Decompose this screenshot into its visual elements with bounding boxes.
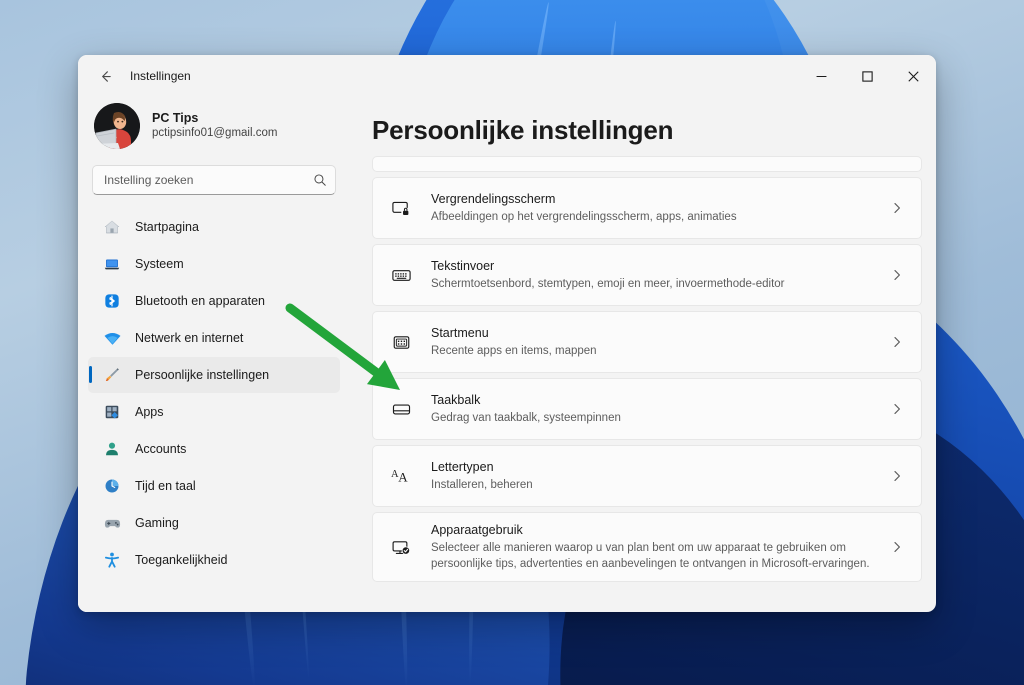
back-arrow-icon <box>101 70 111 82</box>
card-title: Lettertypen <box>431 460 494 474</box>
chevron-right-icon <box>891 202 905 214</box>
window-controls <box>798 55 936 97</box>
settings-card-list: Vergrendelingsscherm Afbeeldingen op het… <box>372 156 936 608</box>
title-bar: Instellingen <box>78 55 936 97</box>
avatar <box>94 103 140 149</box>
card-subtitle: Gedrag van taakbalk, systeempinnen <box>431 412 621 424</box>
sidebar-item-bluetooth[interactable]: Bluetooth en apparaten <box>88 283 340 319</box>
account-email: pctipsinfo01@gmail.com <box>152 127 278 139</box>
chevron-right-icon <box>891 470 905 482</box>
chevron-right-icon <box>891 541 905 553</box>
card-subtitle: Schermtoetsenbord, stemtypen, emoji en m… <box>431 278 785 290</box>
sidebar-item-label: Netwerk en internet <box>135 331 244 345</box>
minimize-button[interactable] <box>798 55 844 97</box>
sidebar-item-apps[interactable]: Apps <box>88 394 340 430</box>
window-body: PC Tips pctipsinfo01@gmail.com Instellin… <box>78 97 936 612</box>
card-subtitle: Selecteer alle manieren waarop u van pla… <box>431 542 870 570</box>
page-title: Persoonlijke instellingen <box>372 115 674 145</box>
settings-window: Instellingen PC Tips pctipsinfo01@gmail.… <box>78 55 936 612</box>
sidebar-item-gaming[interactable]: Gaming <box>88 505 340 541</box>
card-text: Apparaatgebruik Selecteer alle manieren … <box>431 513 891 581</box>
card-taakbalk[interactable]: Taakbalk Gedrag van taakbalk, systeempin… <box>372 378 922 440</box>
keyboard-icon <box>387 265 415 286</box>
content-pane: Persoonlijke instellingen Vergrendelings… <box>350 97 936 612</box>
paintbrush-icon <box>102 365 122 385</box>
account-block[interactable]: PC Tips pctipsinfo01@gmail.com <box>88 97 340 163</box>
sidebar-item-startpagina[interactable]: Startpagina <box>88 209 340 245</box>
card-title: Taakbalk <box>431 393 481 407</box>
accessibility-icon <box>102 550 122 570</box>
sidebar-item-persoonlijke-instellingen[interactable]: Persoonlijke instellingen <box>88 357 340 393</box>
sidebar-item-label: Gaming <box>135 516 179 530</box>
card-startmenu[interactable]: Startmenu Recente apps en items, mappen <box>372 311 922 373</box>
sidebar-item-tijd-en-taal[interactable]: Tijd en taal <box>88 468 340 504</box>
sidebar-item-label: Accounts <box>135 442 187 456</box>
sidebar-item-label: Tijd en taal <box>135 479 196 493</box>
card-text: Startmenu Recente apps en items, mappen <box>431 316 891 368</box>
card-apparaatgebruik[interactable]: Apparaatgebruik Selecteer alle manieren … <box>372 512 922 582</box>
sidebar-item-label: Systeem <box>135 257 184 271</box>
card-title: Tekstinvoer <box>431 259 495 273</box>
close-icon <box>907 70 919 82</box>
wifi-icon <box>102 328 122 348</box>
account-name: PC Tips <box>152 111 199 125</box>
card-subtitle: Installeren, beheren <box>431 479 533 491</box>
person-icon <box>102 439 122 459</box>
chevron-right-icon <box>891 336 905 348</box>
lock-screen-icon <box>387 198 415 219</box>
gamepad-icon <box>102 513 122 533</box>
card-title: Startmenu <box>431 326 489 340</box>
start-menu-icon <box>387 332 415 353</box>
sidebar-item-accounts[interactable]: Accounts <box>88 431 340 467</box>
svg-text:A: A <box>398 470 408 485</box>
sidebar-item-toegankelijkheid[interactable]: Toegankelijkheid <box>88 542 340 578</box>
card-subtitle: Recente apps en items, mappen <box>431 345 597 357</box>
card-text: Taakbalk Gedrag van taakbalk, systeempin… <box>431 383 891 435</box>
fonts-aa-icon: A A <box>387 465 415 487</box>
sidebar-item-label: Bluetooth en apparaten <box>135 294 265 308</box>
card-subtitle: Afbeeldingen op het vergrendelingsscherm… <box>431 211 737 223</box>
card-text: Vergrendelingsscherm Afbeeldingen op het… <box>431 182 891 234</box>
chevron-right-icon <box>891 269 905 281</box>
sidebar-item-label: Toegankelijkheid <box>135 553 228 567</box>
desktop-wallpaper: Instellingen PC Tips pctipsinfo01@gmail.… <box>0 0 1024 685</box>
chevron-right-icon <box>891 403 905 415</box>
bluetooth-icon <box>102 291 122 311</box>
search-icon <box>313 173 327 187</box>
home-icon <box>102 217 122 237</box>
minimize-icon <box>816 75 826 77</box>
sidebar: PC Tips pctipsinfo01@gmail.com Instellin… <box>78 97 350 612</box>
sidebar-item-label: Apps <box>135 405 164 419</box>
card-vergrendelingsscherm[interactable]: Vergrendelingsscherm Afbeeldingen op het… <box>372 177 922 239</box>
card-title: Apparaatgebruik <box>431 523 523 537</box>
maximize-button[interactable] <box>844 55 890 97</box>
card-tekstinvoer[interactable]: Tekstinvoer Schermtoetsenbord, stemtypen… <box>372 244 922 306</box>
apps-icon <box>102 402 122 422</box>
sidebar-item-label: Startpagina <box>135 220 199 234</box>
card-lettertypen[interactable]: A A Lettertypen Installeren, beheren <box>372 445 922 507</box>
search-box[interactable] <box>92 165 336 195</box>
card-text: Tekstinvoer Schermtoetsenbord, stemtypen… <box>431 249 891 301</box>
taskbar-icon <box>387 399 415 420</box>
window-title: Instellingen <box>130 69 191 83</box>
sidebar-item-label: Persoonlijke instellingen <box>135 368 270 382</box>
card-partial-top[interactable] <box>372 156 922 172</box>
card-text: Lettertypen Installeren, beheren <box>431 450 891 502</box>
maximize-icon <box>861 70 873 82</box>
account-text: PC Tips pctipsinfo01@gmail.com <box>152 111 277 141</box>
sidebar-item-systeem[interactable]: Systeem <box>88 246 340 282</box>
search-input[interactable] <box>104 173 313 187</box>
user-avatar-icon <box>94 103 140 149</box>
close-button[interactable] <box>890 55 936 97</box>
clock-icon <box>102 476 122 496</box>
sidebar-nav: Startpagina Systeem Bluetooth en apparat… <box>88 209 340 612</box>
back-button[interactable] <box>88 61 122 91</box>
device-usage-icon <box>387 537 415 558</box>
laptop-icon <box>102 254 122 274</box>
sidebar-item-netwerk[interactable]: Netwerk en internet <box>88 320 340 356</box>
card-title: Vergrendelingsscherm <box>431 192 556 206</box>
